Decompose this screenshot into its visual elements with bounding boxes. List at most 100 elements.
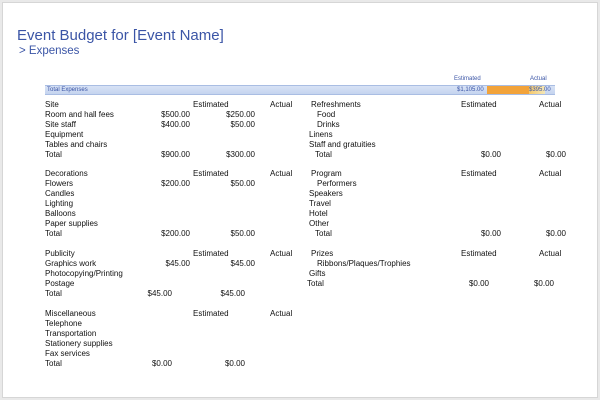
actual-header: Actual: [539, 249, 562, 258]
total-actual: $0.00: [545, 229, 566, 238]
total-label: Total: [45, 229, 62, 238]
table-row: Paper supplies: [45, 219, 307, 229]
actual-header: Actual: [270, 249, 293, 258]
total-actual: $0.00: [533, 279, 554, 288]
total-label: Total: [315, 229, 332, 238]
table-row: Other: [307, 219, 569, 229]
total-row: Total $0.00 $0.00: [45, 359, 307, 369]
total-label: Total: [45, 359, 62, 368]
section-title: Publicity: [45, 249, 75, 258]
section-program: Program Estimated Actual Performers Speakers…: [307, 169, 569, 239]
table-row: Gifts: [307, 269, 569, 279]
row-label: Other: [309, 219, 330, 228]
total-expenses-actual: $395.00: [529, 87, 551, 93]
table-row: Flowers $200.00 $50.00: [45, 179, 307, 189]
table-row: Graphics work $45.00 $45.00: [45, 259, 307, 269]
total-row: Total $900.00 $300.00: [45, 150, 307, 160]
row-label: Travel: [309, 199, 331, 208]
section-title: Prizes: [311, 249, 334, 258]
total-row: Total $45.00 $45.00: [45, 289, 307, 299]
row-label: Staff and gratuities: [309, 140, 376, 149]
total-label: Total: [45, 289, 62, 298]
total-estimated: $0.00: [151, 359, 172, 368]
summary-actual-header: Actual: [530, 76, 547, 82]
row-label: Room and hall fees: [45, 110, 114, 119]
estimated-header: Estimated: [461, 169, 497, 178]
estimated-header: Estimated: [193, 249, 229, 258]
total-actual: $50.00: [230, 229, 255, 238]
total-expenses-label: Total Expenses: [47, 87, 88, 93]
row-label: Hotel: [309, 209, 328, 218]
row-label: Fax services: [45, 349, 90, 358]
total-estimated: $0.00: [480, 150, 501, 159]
row-label: Gifts: [309, 269, 326, 278]
table-row: Photocopying/Printing: [45, 269, 307, 279]
table-row: Tables and chairs: [45, 140, 307, 150]
total-label: Total: [315, 150, 332, 159]
table-row: Site staff $400.00 $50.00: [45, 120, 307, 130]
section-title: Decorations: [45, 169, 88, 178]
row-label: Transportation: [45, 329, 97, 338]
estimated-cell[interactable]: $45.00: [166, 259, 190, 269]
table-row: Staff and gratuities: [307, 140, 569, 150]
section-decorations: Decorations Estimated Actual Flowers $200.00…: [45, 169, 307, 239]
row-label: Performers: [317, 179, 357, 188]
actual-header: Actual: [270, 169, 293, 178]
total-estimated: $200.00: [161, 229, 190, 238]
summary-estimated-header: Estimated: [454, 76, 481, 82]
row-label: Equipment: [45, 130, 84, 139]
section-header: Refreshments Estimated Actual: [307, 100, 569, 110]
row-label: Drinks: [317, 120, 340, 129]
table-row: Candles: [45, 189, 307, 199]
actual-cell[interactable]: $45.00: [231, 259, 255, 269]
section-title: Miscellaneous: [45, 309, 96, 318]
budget-sheet: Event Budget for [Event Name] > Expenses…: [2, 2, 598, 398]
row-label: Telephone: [45, 319, 82, 328]
total-actual: $0.00: [545, 150, 566, 159]
table-row: Food: [307, 110, 569, 120]
table-row: Travel: [307, 199, 569, 209]
estimated-header: Estimated: [193, 309, 229, 318]
table-row: Fax services: [45, 349, 307, 359]
section-miscellaneous: Miscellaneous Estimated Actual Telephone Tra…: [45, 309, 307, 369]
table-row: Telephone: [45, 319, 307, 329]
section-title: Program: [311, 169, 342, 178]
row-label: Flowers: [45, 179, 74, 188]
row-label: Ribbons/Plaques/Trophies: [317, 259, 411, 268]
row-label: Paper supplies: [45, 219, 98, 228]
row-label: Stationery supplies: [45, 339, 113, 348]
table-row: Linens: [307, 130, 569, 140]
estimated-header: Estimated: [193, 100, 229, 109]
row-label: Lighting: [45, 199, 74, 208]
estimated-header: Estimated: [193, 169, 229, 178]
total-row: Total $200.00 $50.00: [45, 229, 307, 239]
total-estimated: $45.00: [147, 289, 172, 298]
total-row: Total $0.00 $0.00: [307, 279, 569, 289]
section-header: Prizes Estimated Actual: [307, 249, 569, 259]
actual-cell[interactable]: $50.00: [231, 120, 255, 130]
table-row: Room and hall fees $500.00 $250.00: [45, 110, 307, 120]
row-label: Speakers: [309, 189, 343, 198]
row-label: Site staff: [45, 120, 76, 129]
table-row: Transportation: [45, 329, 307, 339]
estimated-cell[interactable]: $400.00: [161, 120, 190, 130]
total-row: Total $0.00 $0.00: [307, 229, 569, 239]
table-row: Lighting: [45, 199, 307, 209]
page-title: Event Budget for [Event Name]: [17, 27, 224, 44]
total-actual: $45.00: [220, 289, 245, 298]
row-label: Food: [317, 110, 336, 119]
total-expenses-estimated: $1,105.00: [457, 87, 484, 93]
section-header: Publicity Estimated Actual: [45, 249, 307, 259]
table-row: Balloons: [45, 209, 307, 219]
actual-cell[interactable]: $250.00: [226, 110, 255, 120]
actual-header: Actual: [270, 309, 293, 318]
row-label: Tables and chairs: [45, 140, 108, 149]
total-estimated: $900.00: [161, 150, 190, 159]
actual-cell[interactable]: $50.00: [231, 179, 255, 189]
total-actual: $300.00: [226, 150, 255, 159]
actual-header: Actual: [270, 100, 293, 109]
estimated-cell[interactable]: $500.00: [161, 110, 190, 120]
actual-header: Actual: [539, 169, 562, 178]
row-label: Graphics work: [45, 259, 97, 268]
estimated-cell[interactable]: $200.00: [161, 179, 190, 189]
